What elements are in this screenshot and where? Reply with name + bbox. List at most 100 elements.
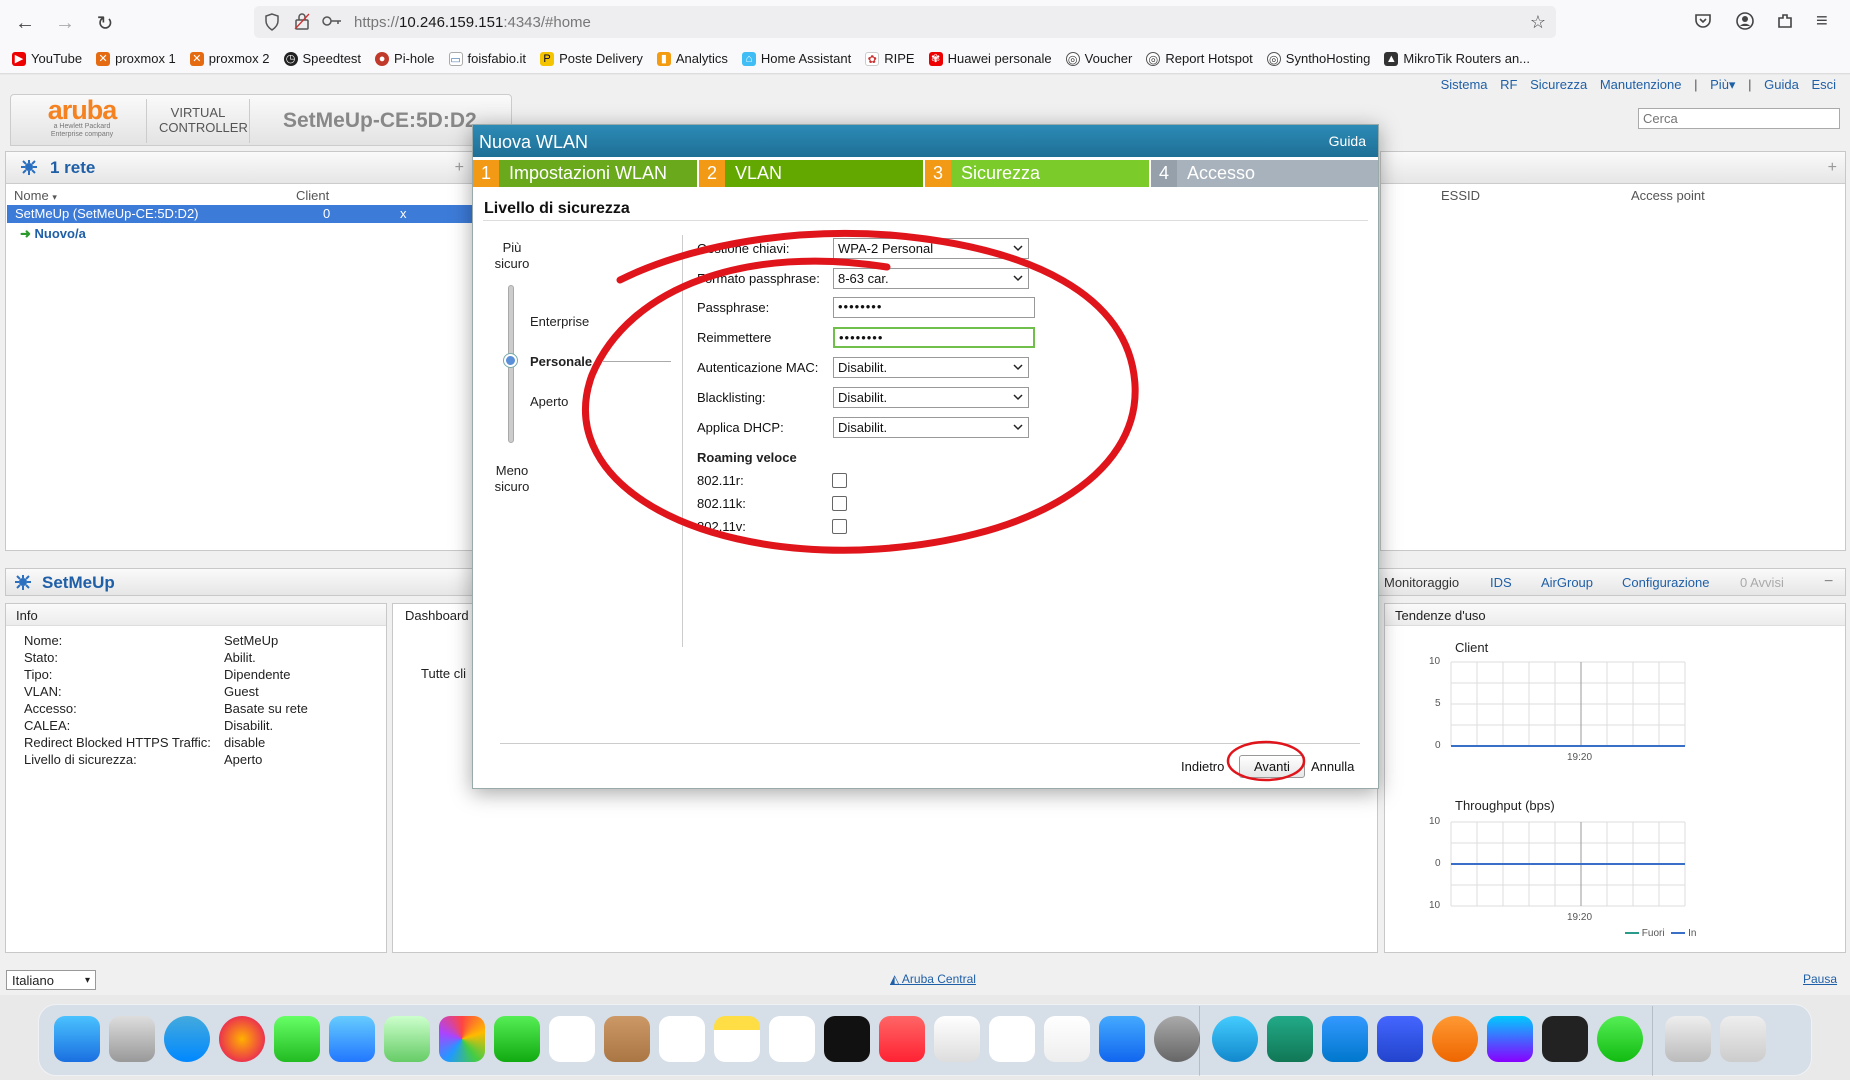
huawei-icon: ✾ — [928, 51, 943, 66]
music-icon[interactable] — [879, 1016, 925, 1062]
bookmark-poste[interactable]: P Poste Delivery — [540, 51, 643, 66]
info-title: Info — [6, 604, 386, 626]
vscode-icon[interactable] — [1322, 1016, 1368, 1062]
photos-icon[interactable] — [439, 1016, 485, 1062]
launchpad-icon[interactable] — [109, 1016, 155, 1062]
vpn-icon[interactable] — [1432, 1016, 1478, 1062]
bookmark-foisfabio[interactable]: ▭ foisfabio.it — [448, 51, 526, 66]
finder-icon[interactable] — [54, 1016, 100, 1062]
settings-icon[interactable] — [1154, 1016, 1200, 1062]
notes-icon[interactable] — [714, 1016, 760, 1062]
step-wlan-settings[interactable]: 1 Impostazioni WLAN — [473, 160, 697, 187]
link-sistema[interactable]: Sistema — [1441, 77, 1488, 92]
mail-icon[interactable] — [329, 1016, 375, 1062]
numbers-icon[interactable] — [989, 1016, 1035, 1062]
firefox-icon[interactable] — [219, 1016, 265, 1062]
maps-icon[interactable] — [384, 1016, 430, 1062]
bookmark-youtube[interactable]: ▶ YouTube — [12, 51, 82, 66]
bookmark-analytics[interactable]: ▮ Analytics — [656, 51, 728, 66]
add-button[interactable]: + — [1828, 159, 1837, 177]
pause-link[interactable]: Pausa — [1803, 972, 1837, 986]
bookmark-speedtest[interactable]: ◷ Speedtest — [283, 51, 361, 66]
col-access-point[interactable]: Access point — [1631, 188, 1705, 203]
dialog-help-link[interactable]: Guida — [1329, 133, 1366, 149]
tab-configurazione[interactable]: Configurazione — [1622, 575, 1709, 590]
trash-icon[interactable] — [1720, 1016, 1766, 1062]
collapse-button[interactable]: − — [1824, 573, 1833, 591]
bookmark-ripe[interactable]: ✿ RIPE — [865, 51, 915, 66]
lock-icon — [294, 12, 310, 30]
networks-header: 1 rete + — [6, 152, 472, 184]
col-essid[interactable]: ESSID — [1441, 188, 1480, 203]
link-esci[interactable]: Esci — [1811, 77, 1836, 92]
bookmark-pihole[interactable]: ● Pi-hole — [375, 51, 435, 66]
new-network-link[interactable]: ➜ Nuovo/a — [20, 226, 86, 242]
url-text[interactable]: https://10.246.159.151:4343/#home — [354, 14, 591, 31]
canva-icon[interactable] — [1487, 1016, 1533, 1062]
app-icon[interactable] — [1377, 1016, 1423, 1062]
back-arrow-icon[interactable]: ← — [12, 10, 38, 36]
messages-icon[interactable] — [274, 1016, 320, 1062]
cancel-button[interactable]: Annulla — [1303, 755, 1362, 778]
alerts-count[interactable]: 0 Avvisi — [1740, 575, 1784, 590]
step-security[interactable]: 3 Sicurezza — [925, 160, 1149, 187]
pages-icon[interactable] — [1044, 1016, 1090, 1062]
tab-ids[interactable]: IDS — [1490, 575, 1512, 590]
freeform-icon[interactable] — [769, 1016, 815, 1062]
add-network-button[interactable]: + — [455, 159, 464, 177]
all-clients-label: Tutte cli — [421, 666, 467, 681]
link-sicurezza[interactable]: Sicurezza — [1530, 77, 1587, 92]
language-select[interactable]: Italiano ▾ — [6, 970, 96, 990]
url-bar[interactable]: https://10.246.159.151:4343/#home ☆ — [254, 6, 1556, 38]
extensions-icon[interactable] — [1776, 12, 1794, 30]
whatsapp-icon[interactable] — [1597, 1016, 1643, 1062]
account-icon[interactable] — [1736, 12, 1754, 30]
bookmark-report-hotspot[interactable]: ◎ Report Hotspot — [1146, 51, 1253, 66]
telegram-icon[interactable] — [1212, 1016, 1258, 1062]
tab-monitoraggio[interactable]: Monitoraggio — [1384, 575, 1459, 590]
bookmark-huawei[interactable]: ✾ Huawei personale — [928, 51, 1052, 66]
appstore-icon[interactable] — [1099, 1016, 1145, 1062]
reminders-icon[interactable] — [659, 1016, 705, 1062]
search-input[interactable] — [1638, 108, 1840, 129]
network-row[interactable]: SetMeUp (SetMeUp-CE:5D:D2) 0 x — [7, 205, 473, 223]
bookmark-proxmox2[interactable]: ✕ proxmox 2 — [189, 51, 270, 66]
bookmark-star-icon[interactable]: ☆ — [1530, 12, 1546, 33]
link-manutenzione[interactable]: Manutenzione — [1600, 77, 1682, 92]
link-piu[interactable]: Più▾ — [1710, 77, 1735, 92]
excel-icon[interactable] — [1267, 1016, 1313, 1062]
safari-icon[interactable] — [164, 1016, 210, 1062]
forward-arrow-icon[interactable]: → — [52, 10, 78, 36]
calendar-icon[interactable] — [549, 1016, 595, 1062]
link-rf[interactable]: RF — [1500, 77, 1517, 92]
aruba-central-icon: ◭ — [890, 972, 900, 986]
step-access[interactable]: 4 Accesso — [1151, 160, 1378, 187]
close-icon[interactable]: x — [400, 206, 407, 221]
bookmark-mikrotik[interactable]: ▲ MikroTik Routers an... — [1384, 51, 1530, 66]
bookmark-home-assistant[interactable]: ⌂ Home Assistant — [741, 51, 851, 66]
contacts-icon[interactable] — [604, 1016, 650, 1062]
reload-icon[interactable]: ↻ — [92, 10, 118, 36]
bookmark-synthohosting[interactable]: ◎ SynthoHosting — [1266, 51, 1370, 66]
back-button[interactable]: Indietro — [1173, 755, 1232, 778]
security-slider-handle[interactable] — [504, 354, 517, 367]
col-name-header[interactable]: Nome ▾ — [14, 188, 57, 203]
aruba-central-link[interactable]: ◭ Aruba Central — [890, 972, 976, 986]
client-chart-title: Client — [1455, 640, 1489, 655]
info-row: Redirect Blocked HTTPS Traffic: disable — [24, 735, 266, 750]
appletv-icon[interactable] — [824, 1016, 870, 1062]
keynote-icon[interactable] — [934, 1016, 980, 1062]
terminal-icon[interactable] — [1542, 1016, 1588, 1062]
facetime-icon[interactable] — [494, 1016, 540, 1062]
bookmarks-bar: ▶ YouTube ✕ proxmox 1 ✕ proxmox 2 ◷ Speedtes… — [0, 44, 1850, 74]
bookmark-proxmox1[interactable]: ✕ proxmox 1 — [96, 51, 176, 66]
link-guida[interactable]: Guida — [1764, 77, 1799, 92]
tick-label: 10 — [1429, 816, 1441, 827]
downloads-icon[interactable] — [1665, 1016, 1711, 1062]
tab-airgroup[interactable]: AirGroup — [1541, 575, 1593, 590]
bookmark-voucher[interactable]: ◎ Voucher — [1065, 51, 1132, 66]
pocket-icon[interactable] — [1694, 12, 1712, 30]
step-vlan[interactable]: 2 VLAN — [699, 160, 923, 187]
col-client-header[interactable]: Client — [296, 188, 329, 203]
menu-icon[interactable]: ≡ — [1816, 10, 1828, 33]
